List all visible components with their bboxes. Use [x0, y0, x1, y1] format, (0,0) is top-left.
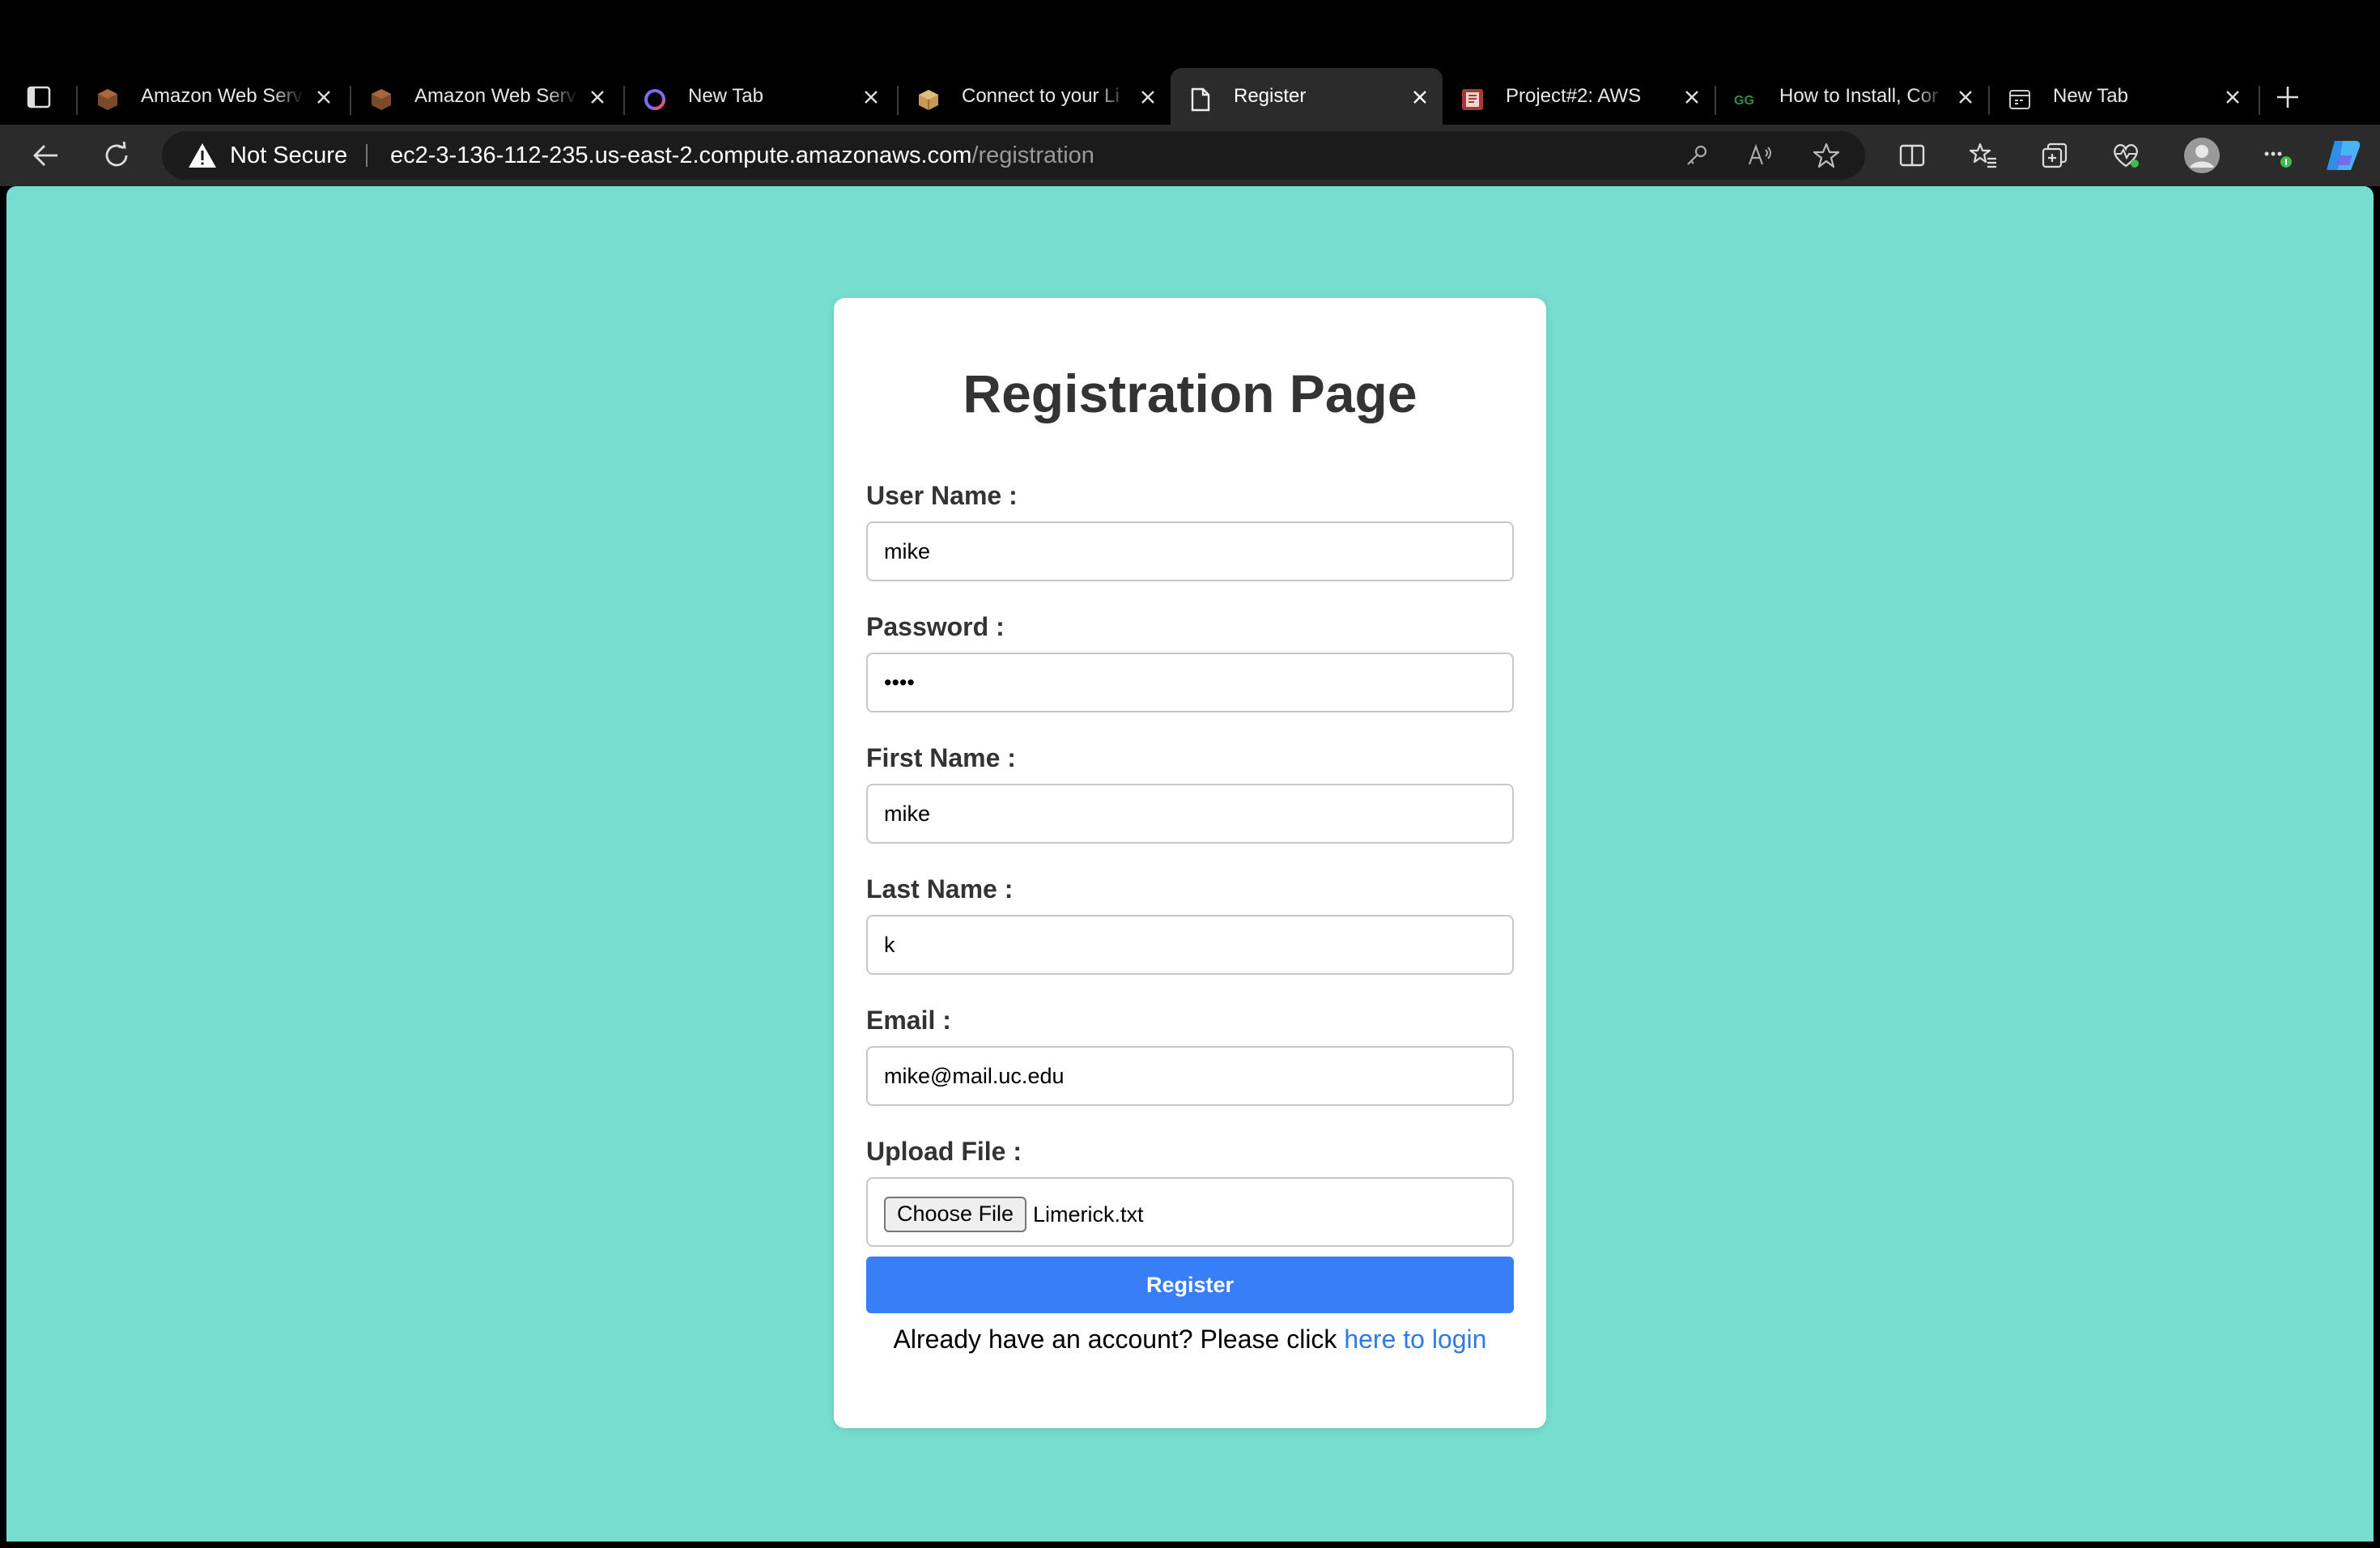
- register-button[interactable]: Register: [866, 1257, 1514, 1313]
- registration-card: Registration Page User Name : Password :…: [834, 298, 1546, 1428]
- username-label: User Name :: [866, 481, 1018, 510]
- tab-label: New Tab: [2053, 85, 2128, 107]
- package-box-icon: [916, 87, 941, 112]
- ring-icon: [643, 87, 667, 112]
- new-tab-plus-icon[interactable]: [2272, 81, 2304, 113]
- favorite-star-icon[interactable]: [1808, 138, 1844, 173]
- browser-toolbar: Not Secure ec2-3-136-112-235.us-east-2.c…: [0, 125, 2380, 186]
- email-input[interactable]: [866, 1046, 1514, 1106]
- refresh-icon[interactable]: [97, 136, 136, 175]
- tab-new-tab-2[interactable]: New Tab: [1990, 68, 2239, 125]
- upload-file-label: Upload File :: [866, 1137, 1022, 1166]
- tab-aws-2[interactable]: Amazon Web Serv: [351, 68, 618, 125]
- profile-avatar-icon[interactable]: [2182, 136, 2221, 175]
- more-options-icon[interactable]: [2259, 136, 2297, 175]
- close-icon[interactable]: [312, 86, 335, 108]
- tab-strip: Amazon Web Serv Amazon Web Serv New Tab: [0, 58, 2380, 125]
- svg-text:GG: GG: [1734, 94, 1754, 108]
- email-label: Email :: [866, 1006, 951, 1035]
- url-divider: [366, 144, 368, 167]
- close-icon[interactable]: [860, 86, 882, 108]
- login-prompt-text: Already have an account? Please click: [893, 1325, 1345, 1354]
- login-prompt: Already have an account? Please click he…: [834, 1325, 1546, 1354]
- favorites-list-icon[interactable]: [1964, 136, 2003, 175]
- tab-label: New Tab: [688, 85, 763, 107]
- warning-icon: [189, 143, 216, 168]
- tab-project-aws[interactable]: Project#2: AWS: [1443, 68, 1715, 125]
- newtab-page-icon: [2008, 87, 2032, 112]
- tab-label: Register: [1234, 85, 1307, 107]
- close-icon[interactable]: [586, 86, 609, 108]
- tab-label: Project#2: AWS: [1506, 85, 1642, 107]
- read-aloud-icon[interactable]: [1744, 138, 1779, 173]
- not-secure-label[interactable]: Not Secure: [230, 131, 347, 180]
- collections-icon[interactable]: [2035, 136, 2074, 175]
- tab-new-tab-1[interactable]: New Tab: [625, 68, 892, 125]
- login-link[interactable]: here to login: [1344, 1325, 1486, 1354]
- geeks-logo-icon: GG: [1734, 87, 1758, 112]
- close-icon[interactable]: [1681, 86, 1703, 108]
- tab-register[interactable]: Register: [1171, 68, 1443, 125]
- url-host: ec2-3-136-112-235.us-east-2.compute.amaz…: [390, 142, 972, 168]
- aws-cube-icon: [96, 87, 120, 112]
- first-name-label: First Name :: [866, 743, 1016, 772]
- password-label: Password :: [866, 612, 1005, 641]
- page-viewport: Registration Page User Name : Password :…: [6, 186, 2374, 1542]
- screen: Amazon Web Serv Amazon Web Serv New Tab: [0, 0, 2380, 1548]
- page-icon: [1188, 87, 1213, 112]
- browser-essentials-icon[interactable]: [2106, 136, 2145, 175]
- aws-cube-icon: [369, 87, 393, 112]
- page-title: Registration Page: [963, 364, 1417, 423]
- tab-how-to-install[interactable]: GG How to Install, Cor: [1716, 68, 1988, 125]
- tab-separator: [2259, 86, 2260, 115]
- tab-actions-icon[interactable]: [19, 78, 58, 117]
- close-icon[interactable]: [1409, 86, 1431, 108]
- password-input[interactable]: [866, 653, 1514, 712]
- close-icon[interactable]: [1137, 86, 1159, 108]
- tab-connect-linux[interactable]: Connect to your Li: [899, 68, 1171, 125]
- close-icon[interactable]: [2221, 86, 2244, 108]
- back-arrow-icon[interactable]: [26, 136, 65, 175]
- close-icon[interactable]: [1954, 86, 1977, 108]
- copilot-icon[interactable]: [2323, 136, 2362, 175]
- username-input[interactable]: [866, 521, 1514, 581]
- url-path: /registration: [971, 142, 1094, 168]
- last-name-input[interactable]: [866, 915, 1514, 975]
- canvas-icon: [1460, 87, 1485, 112]
- key-icon[interactable]: [1679, 138, 1715, 173]
- split-screen-icon[interactable]: [1893, 136, 1932, 175]
- address-bar[interactable]: Not Secure ec2-3-136-112-235.us-east-2.c…: [162, 131, 1865, 180]
- last-name-label: Last Name :: [866, 874, 1014, 904]
- file-upload-field[interactable]: Choose File Limerick.txt: [866, 1177, 1514, 1247]
- tab-aws-1[interactable]: Amazon Web Serv: [78, 68, 345, 125]
- choose-file-button[interactable]: Choose File: [884, 1197, 1027, 1232]
- first-name-input[interactable]: [866, 784, 1514, 844]
- url-text[interactable]: ec2-3-136-112-235.us-east-2.compute.amaz…: [390, 131, 1094, 180]
- selected-file-name: Limerick.txt: [1033, 1202, 1144, 1227]
